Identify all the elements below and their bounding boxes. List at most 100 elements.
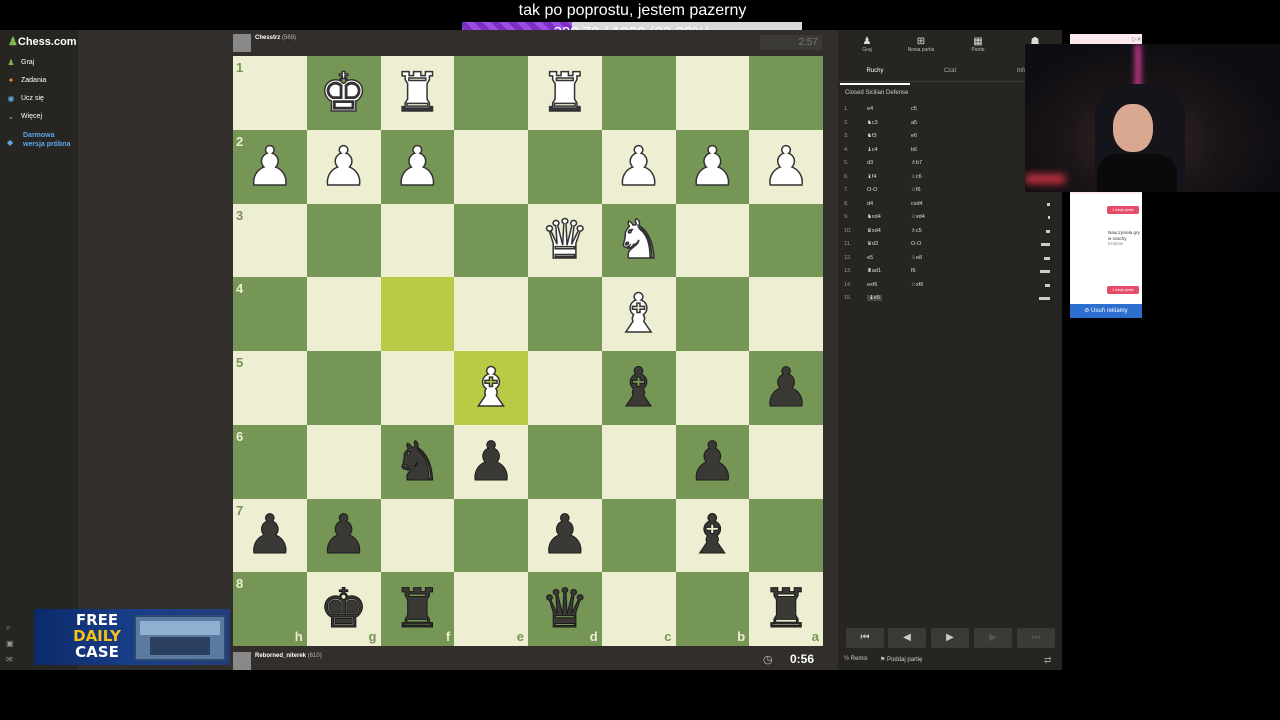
board-square[interactable] [675,203,750,278]
white-move[interactable]: e4 [867,106,873,112]
tab-chat[interactable]: Czat [915,68,985,74]
resign-button[interactable]: ⚑ Poddaj partię [880,656,922,663]
black-move[interactable]: ♘e8 [911,255,922,261]
black-piece[interactable]: ♛ [528,572,602,646]
board-square[interactable] [306,277,381,351]
black-piece[interactable]: ♚ [307,572,381,646]
white-piece[interactable]: ♟ [381,130,455,204]
black-move[interactable]: c5 [911,106,917,112]
chess-board[interactable]: 1 2 3 4 5 6 7 8 h g f e d c b a ♚ ♜ ♜ ♟ ♟ ♟ ♟ ♟ ♟ ♛ ♞ ♝ ♝ ♝ ♟ ♞ ♟ ♟ ♟ ♟ ♟ ♝ ♚ ♜… [233,56,823,646]
board-square[interactable] [454,498,528,573]
free-trial-link[interactable]: Darmowa wersja próbna [23,131,73,149]
white-piece[interactable]: ♚ [307,56,381,130]
board-square[interactable] [454,277,528,351]
draw-button[interactable]: ½ Remis [844,656,868,662]
black-piece[interactable]: ♞ [381,425,455,499]
sidebar-item-play[interactable]: ♟ Graj [6,55,76,69]
black-piece[interactable]: ♟ [307,499,381,573]
board-square[interactable] [601,498,676,573]
white-piece[interactable]: ♟ [233,130,307,204]
black-piece[interactable]: ♟ [528,499,602,573]
board-square[interactable] [528,129,602,204]
black-move[interactable]: ♗b7 [911,160,922,166]
board-square[interactable] [675,56,750,130]
white-move[interactable]: ♞xd4 [867,214,881,220]
board-square[interactable] [601,424,676,499]
prev-move-button[interactable]: ◀ [888,628,926,648]
white-move[interactable]: O-O [867,187,877,193]
avatar[interactable] [233,652,251,670]
black-piece[interactable]: ♟ [233,499,307,573]
white-move[interactable]: d3 [867,160,873,166]
white-move[interactable]: ♜ad1 [867,268,881,274]
board-square[interactable] [749,56,823,130]
sidebar-bottom-icons[interactable]: ⌕ ▣ ✉ [6,620,14,668]
sidebar-item-learn[interactable]: ◉ Ucz się [6,91,76,105]
remove-ads-button[interactable]: ⊘ Usuń reklamy [1070,304,1142,318]
board-square[interactable]: e [454,572,528,646]
white-piece[interactable]: ♝ [454,351,528,425]
ad-cta-button[interactable]: 1 lekcja gratis [1107,286,1139,294]
board-square[interactable] [380,498,455,573]
board-square[interactable]: 8h [233,572,307,646]
board-square[interactable] [749,424,823,499]
play-button[interactable]: ▶ [931,628,969,648]
tool-new-game[interactable]: ⊞ Nowa partia [896,36,946,53]
white-move[interactable]: d4 [867,201,873,207]
black-piece[interactable]: ♜ [749,572,823,646]
tool-play[interactable]: ♟ Graj [842,36,892,53]
white-piece[interactable]: ♜ [528,56,602,130]
black-move[interactable]: ♘xf6 [911,282,923,288]
black-move[interactable]: ♘f6 [911,187,921,193]
avatar[interactable] [233,34,251,52]
white-piece[interactable]: ♞ [602,204,676,278]
black-piece[interactable]: ♟ [749,351,823,425]
board-square[interactable]: 5 [233,351,307,425]
next-move-button[interactable]: ▶ [974,628,1012,648]
board-square[interactable] [380,351,455,425]
white-piece[interactable]: ♛ [528,204,602,278]
board-square[interactable] [528,351,602,425]
white-move[interactable]: ♛xd4 [867,228,881,234]
board-square[interactable] [749,277,823,351]
board-square[interactable] [749,203,823,278]
player-name[interactable]: Chesstrz (569) [255,35,296,41]
board-square[interactable] [306,351,381,425]
board-square[interactable] [306,203,381,278]
white-move[interactable]: e5 [867,255,873,261]
board-square[interactable]: 4 [233,277,307,351]
white-piece[interactable]: ♟ [602,130,676,204]
black-piece[interactable]: ♝ [602,351,676,425]
white-move[interactable]: ♝e5 [867,295,883,301]
black-piece[interactable]: ♟ [454,425,528,499]
white-move[interactable]: ♞c3 [867,120,878,126]
board-square[interactable] [675,277,750,351]
board-square[interactable] [528,277,602,351]
board-square[interactable] [380,203,455,278]
white-move[interactable]: ♝c4 [867,147,878,153]
white-piece[interactable]: ♟ [307,130,381,204]
tab-moves[interactable]: Ruchy [840,68,910,85]
black-move[interactable]: a5 [911,120,917,126]
tool-games[interactable]: ▦ Partie [953,36,1003,53]
board-square[interactable]: 6 [233,424,307,499]
flip-board-icon[interactable]: ⇄ [1044,655,1052,666]
board-square[interactable]: c [601,572,676,646]
white-move[interactable]: ♝f4 [867,174,877,180]
board-square[interactable]: b [675,572,750,646]
board-square[interactable]: 3 [233,203,307,278]
white-piece[interactable]: ♜ [381,56,455,130]
black-piece[interactable]: ♝ [676,499,750,573]
board-square[interactable] [454,129,528,204]
ad-cta-button[interactable]: 1 lekcja gratis [1107,206,1139,214]
board-square[interactable] [528,424,602,499]
sidebar-item-puzzles[interactable]: ✦ Zadania [6,73,76,87]
ad-close-icon[interactable]: ▷✕ [1132,36,1142,43]
black-piece[interactable]: ♟ [676,425,750,499]
board-square[interactable] [454,56,528,130]
black-move[interactable]: O-O [911,241,921,247]
black-move[interactable]: cxd4 [911,201,923,207]
last-move-button[interactable]: ⏭ [1017,628,1055,648]
board-square[interactable] [454,203,528,278]
board-square[interactable] [675,351,750,425]
